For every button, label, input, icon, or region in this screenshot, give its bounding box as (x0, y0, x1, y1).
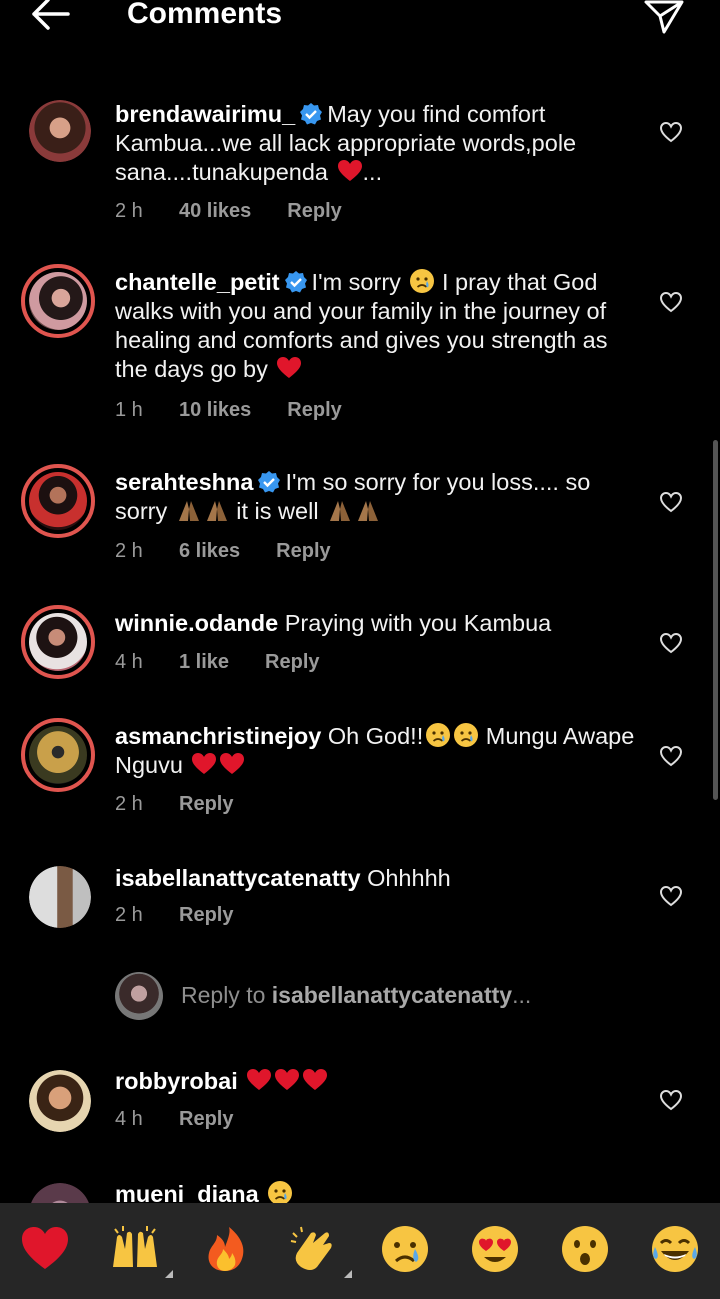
comment-body: Praying with you Kambua (284, 610, 552, 636)
comment-username[interactable]: brendawairimu_ (115, 101, 295, 127)
comment-time: 2 h (115, 793, 143, 815)
comment-meta: 4 h Reply (115, 1108, 233, 1131)
red-heart-icon (275, 1069, 300, 1090)
comment-body-rest: it is well (229, 498, 326, 524)
avatar[interactable] (21, 605, 95, 679)
comment-username[interactable]: robbyrobai (115, 1068, 238, 1094)
reply-button[interactable]: Reply (276, 540, 330, 563)
comment-meta: 2 h Reply (115, 904, 233, 927)
crying-face-icon (454, 723, 479, 747)
reply-button[interactable]: Reply (179, 793, 233, 816)
red-heart-icon (192, 753, 217, 774)
comment-text: brendawairimu_ May you find comfort Kambu… (115, 100, 635, 187)
folded-hands-icon (178, 501, 199, 521)
comment-text: isabellanattycatenatty Ohhhhh (115, 864, 635, 893)
like-heart-icon[interactable] (659, 884, 683, 908)
comment-meta: 2 h Reply (115, 793, 233, 816)
reply-button[interactable]: Reply (265, 651, 319, 674)
back-arrow-icon[interactable] (28, 0, 72, 36)
red-heart-icon (303, 1069, 328, 1090)
comment-likes[interactable]: 10 likes (179, 399, 251, 422)
verified-badge-icon (258, 471, 281, 493)
reply-button[interactable]: Reply (179, 1108, 233, 1131)
like-heart-icon[interactable] (659, 631, 683, 655)
comment-username[interactable]: asmanchristinejoy (115, 723, 321, 749)
reply-to-text[interactable]: Reply to isabellanattycatenatty... (181, 982, 531, 1009)
reply-button[interactable]: Reply (287, 200, 341, 223)
fire-icon[interactable] (199, 1223, 251, 1275)
red-heart-icon (337, 160, 362, 181)
crying-face-icon (426, 723, 451, 747)
reply-to-prompt[interactable]: Reply to isabellanattycatenatty... (115, 970, 675, 1024)
avatar[interactable] (29, 866, 91, 928)
comment-body: Oh God!! (327, 723, 424, 749)
comment-time: 4 h (115, 1108, 143, 1130)
like-heart-icon[interactable] (659, 1088, 683, 1112)
like-heart-icon[interactable] (659, 290, 683, 314)
folded-hands-icon (330, 501, 351, 521)
send-direct-icon[interactable] (642, 0, 686, 38)
raising-hands-icon[interactable] (109, 1223, 161, 1275)
reply-button[interactable]: Reply (179, 904, 233, 927)
comment-meta: 2 h 6 likes Reply (115, 540, 331, 563)
clapping-hands-icon[interactable] (289, 1223, 341, 1275)
crying-face-icon (410, 269, 435, 293)
comment-body-ellipsis: ... (362, 159, 383, 185)
reply-button[interactable]: Reply (287, 399, 341, 422)
comment-text: winnie.odande Praying with you Kambua (115, 609, 635, 638)
comments-header: Comments (0, 0, 720, 40)
folded-hands-icon (206, 501, 227, 521)
verified-badge-icon (284, 271, 307, 293)
like-heart-icon[interactable] (659, 490, 683, 514)
comment-text: asmanchristinejoy Oh God!! Mungu Awape N… (115, 722, 635, 780)
comment-likes[interactable]: 1 like (179, 651, 229, 674)
comment-meta: 2 h 40 likes Reply (115, 200, 342, 223)
red-heart-icon[interactable] (19, 1223, 71, 1275)
comment-time: 2 h (115, 540, 143, 562)
verified-badge-icon (300, 103, 323, 125)
red-heart-icon (220, 753, 245, 774)
comment-likes[interactable]: 40 likes (179, 200, 251, 223)
crying-face-icon[interactable] (379, 1223, 431, 1275)
avatar[interactable] (21, 264, 95, 338)
avatar[interactable] (29, 1070, 91, 1132)
comment-body: Ohhhhh (367, 865, 451, 891)
avatar[interactable] (21, 718, 95, 792)
skin-tone-indicator (336, 1270, 352, 1278)
surprised-face-icon[interactable] (559, 1223, 611, 1275)
comment-time: 2 h (115, 904, 143, 926)
comment-username[interactable]: serahteshna (115, 469, 253, 495)
comment-username[interactable]: winnie.odande (115, 610, 278, 636)
comment-time: 4 h (115, 651, 143, 673)
comment-text: serahteshna I'm so sorry for you loss....… (115, 468, 635, 526)
heart-eyes-icon[interactable] (469, 1223, 521, 1275)
red-heart-icon (247, 1069, 272, 1090)
page-title: Comments (127, 0, 283, 30)
comment-likes[interactable]: 6 likes (179, 540, 240, 563)
comment-time: 1 h (115, 399, 143, 421)
tears-of-joy-icon[interactable] (649, 1223, 701, 1275)
current-user-avatar (115, 972, 163, 1020)
comment-body: I'm sorry (311, 269, 408, 295)
folded-hands-icon (358, 501, 379, 521)
like-heart-icon[interactable] (659, 744, 683, 768)
comment-meta: 4 h 1 like Reply (115, 651, 320, 674)
comment-time: 2 h (115, 200, 143, 222)
comment-meta: 1 h 10 likes Reply (115, 399, 342, 422)
scrollbar[interactable] (713, 440, 718, 800)
comment-text: chantelle_petit I'm sorry I pray that God… (115, 268, 635, 384)
comment-username[interactable]: chantelle_petit (115, 269, 280, 295)
emoji-quick-bar (0, 1203, 720, 1299)
avatar[interactable] (29, 100, 91, 162)
comment-text: robbyrobai (115, 1067, 635, 1096)
skin-tone-indicator (157, 1270, 173, 1278)
comment-username[interactable]: isabellanattycatenatty (115, 865, 361, 891)
like-heart-icon[interactable] (659, 120, 683, 144)
red-heart-icon (277, 357, 302, 378)
avatar[interactable] (21, 464, 95, 538)
